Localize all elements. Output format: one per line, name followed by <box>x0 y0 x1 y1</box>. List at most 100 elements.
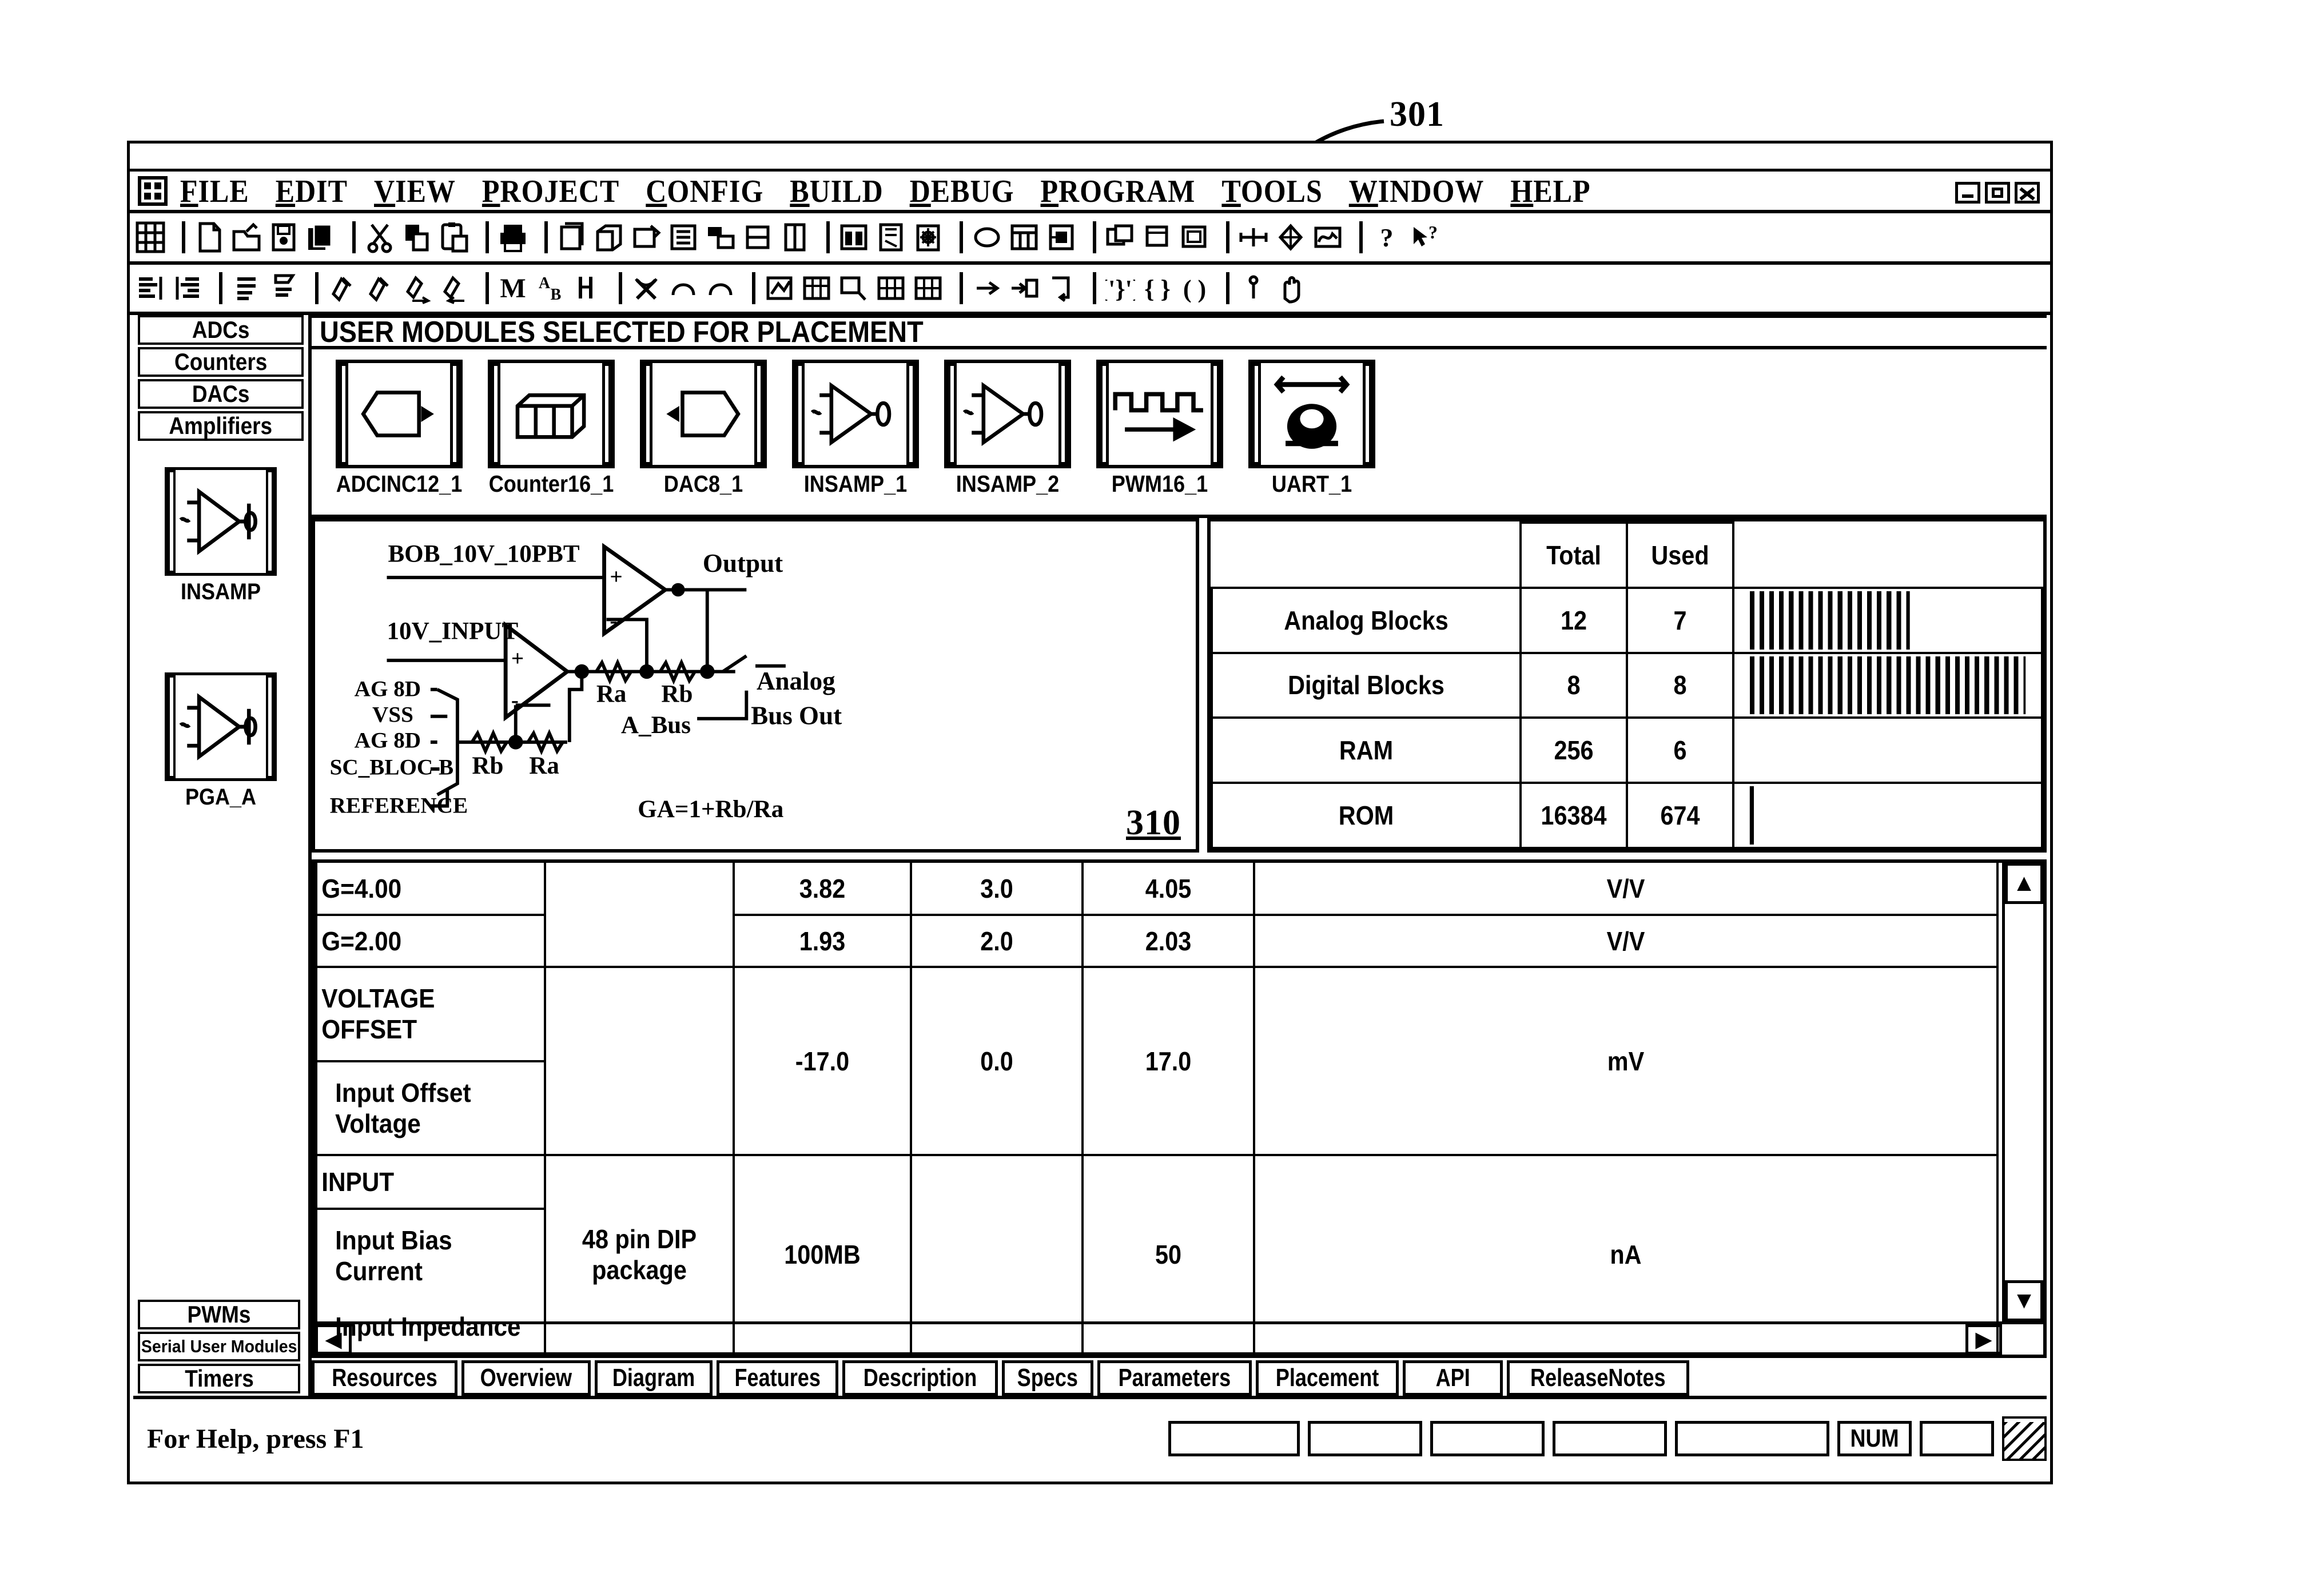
cross-icon[interactable] <box>631 272 661 304</box>
open-folder-icon[interactable] <box>232 221 261 253</box>
menu-item-config[interactable]: CONFIG <box>646 172 763 209</box>
columns-icon[interactable] <box>780 221 810 253</box>
sidebar-category-amplifiers[interactable]: Amplifiers <box>138 411 304 441</box>
ellipse-icon[interactable] <box>972 221 1002 253</box>
sidebar-module-pga-a[interactable] <box>165 672 277 781</box>
menu-item-view[interactable]: VIEW <box>374 172 456 209</box>
grid1-icon[interactable] <box>876 272 906 304</box>
user-module-insamp-2[interactable]: INSAMP_2 <box>934 360 1081 497</box>
pin-b-icon[interactable] <box>365 272 395 304</box>
align-left-icon[interactable] <box>136 272 165 304</box>
sidebar-category-adcs[interactable]: ADCs <box>138 315 304 345</box>
gear-doc-icon[interactable] <box>913 221 943 253</box>
brace1-icon[interactable]: {'}'} <box>1105 272 1135 304</box>
menu-item-program[interactable]: PROGRAM <box>1041 172 1196 209</box>
paste-icon[interactable] <box>439 221 469 253</box>
cascade-icon[interactable] <box>1105 221 1135 253</box>
tab-placement[interactable]: Placement <box>1255 1360 1399 1396</box>
print-icon[interactable] <box>498 221 528 253</box>
arrange-icon[interactable] <box>1180 221 1209 253</box>
user-module-pwm16-1[interactable]: PWM16_1 <box>1086 360 1233 497</box>
tab-specs[interactable]: Specs <box>1002 1360 1093 1396</box>
menu-item-file[interactable]: FILE <box>180 172 249 209</box>
arc2-icon[interactable] <box>706 272 735 304</box>
sidebar-category-timers[interactable]: Timers <box>138 1364 300 1393</box>
table-icon[interactable] <box>1009 221 1039 253</box>
arc-icon[interactable] <box>668 272 698 304</box>
grid2-icon[interactable] <box>913 272 943 304</box>
user-module-insamp-1[interactable]: INSAMP_1 <box>782 360 929 497</box>
print-preview-icon[interactable] <box>557 221 587 253</box>
sidebar-category-serial-user-modules[interactable]: Serial User Modules <box>138 1332 300 1361</box>
new-file-icon[interactable] <box>194 221 224 253</box>
align-right-icon[interactable] <box>173 272 202 304</box>
help-icon[interactable]: ? <box>1372 221 1402 253</box>
route-icon[interactable] <box>839 272 869 304</box>
tab-overview[interactable]: Overview <box>461 1360 591 1396</box>
menu-item-debug[interactable]: DEBUG <box>910 172 1014 209</box>
list-icon[interactable] <box>668 221 698 253</box>
mdi-minimize-button[interactable] <box>1955 182 1980 204</box>
grid-icon[interactable] <box>136 221 165 253</box>
sidebar-category-pwms[interactable]: PWMs <box>138 1300 300 1329</box>
chip-icon[interactable] <box>1046 221 1076 253</box>
diamond-icon[interactable] <box>1276 221 1306 253</box>
mdi-close-button[interactable] <box>2015 182 2040 204</box>
menu-item-window[interactable]: WINDOW <box>1349 172 1485 209</box>
menu-item-project[interactable]: PROJECT <box>482 172 619 209</box>
vertical-scrollbar[interactable]: ▲ ▼ <box>2002 863 2043 1321</box>
tab-api[interactable]: API <box>1402 1360 1503 1396</box>
wave-icon[interactable] <box>1313 221 1343 253</box>
cut-scissors-icon[interactable] <box>365 221 395 253</box>
wire-icon[interactable] <box>765 272 794 304</box>
user-module-adcinc12-1[interactable]: ADCINC12_1 <box>325 360 473 497</box>
horizontal-scrollbar[interactable]: ◀ ▶ <box>315 1321 2043 1355</box>
sidebar-module-insamp[interactable] <box>165 467 277 576</box>
document-window-icon[interactable] <box>876 221 906 253</box>
arrow-step-icon[interactable] <box>1009 272 1039 304</box>
window-icon[interactable] <box>839 221 869 253</box>
arrow-right-icon[interactable] <box>972 272 1002 304</box>
scroll-down-button[interactable]: ▼ <box>2005 1280 2043 1321</box>
scroll-left-button[interactable]: ◀ <box>315 1324 352 1355</box>
user-module-counter16-1[interactable]: Counter16_1 <box>477 360 625 497</box>
ab-label-icon[interactable]: AB <box>535 272 565 304</box>
user-module-uart-1[interactable]: UART_1 <box>1238 360 1386 497</box>
corner-icon[interactable] <box>1046 272 1076 304</box>
menu-item-build[interactable]: BUILD <box>790 172 883 209</box>
menu-item-help[interactable]: HELP <box>1510 172 1590 209</box>
flag-icon[interactable] <box>269 272 299 304</box>
distribute-icon[interactable] <box>232 272 261 304</box>
pin-d-icon[interactable] <box>439 272 469 304</box>
resize-grip[interactable] <box>2002 1416 2047 1461</box>
brace3-icon[interactable]: ( ) <box>1180 272 1209 304</box>
box-tag-icon[interactable] <box>631 221 661 253</box>
tab-parameters[interactable]: Parameters <box>1097 1360 1252 1396</box>
brace2-icon[interactable]: { } <box>1143 272 1172 304</box>
help-arrow-icon[interactable]: ? <box>1409 221 1439 253</box>
menu-item-edit[interactable]: EDIT <box>276 172 348 209</box>
tile-window-icon[interactable] <box>1143 221 1172 253</box>
save-icon[interactable] <box>269 221 299 253</box>
query-icon[interactable] <box>1239 272 1268 304</box>
copy-icon[interactable] <box>402 221 432 253</box>
scroll-right-button[interactable]: ▶ <box>1965 1324 2002 1355</box>
tab-resources[interactable]: Resources <box>312 1360 458 1396</box>
tile-icon[interactable] <box>706 221 735 253</box>
sidebar-category-dacs[interactable]: DACs <box>138 379 304 409</box>
tab-description[interactable]: Description <box>842 1360 998 1396</box>
box-icon[interactable] <box>594 221 624 253</box>
user-module-dac8-1[interactable]: DAC8_1 <box>630 360 777 497</box>
measure-icon[interactable] <box>572 272 602 304</box>
mdi-maximize-button[interactable] <box>1985 182 2010 204</box>
tab-features[interactable]: Features <box>716 1360 839 1396</box>
bold-m-icon[interactable]: M <box>498 272 528 304</box>
tab-diagram[interactable]: Diagram <box>594 1360 713 1396</box>
split-icon[interactable] <box>743 221 773 253</box>
pin-a-icon[interactable] <box>328 272 357 304</box>
route-grid-icon[interactable] <box>802 272 831 304</box>
scroll-up-button[interactable]: ▲ <box>2005 863 2043 904</box>
pin-c-icon[interactable] <box>402 272 432 304</box>
tab-releasenotes[interactable]: ReleaseNotes <box>1507 1360 1689 1396</box>
copy-stack-icon[interactable] <box>306 221 336 253</box>
